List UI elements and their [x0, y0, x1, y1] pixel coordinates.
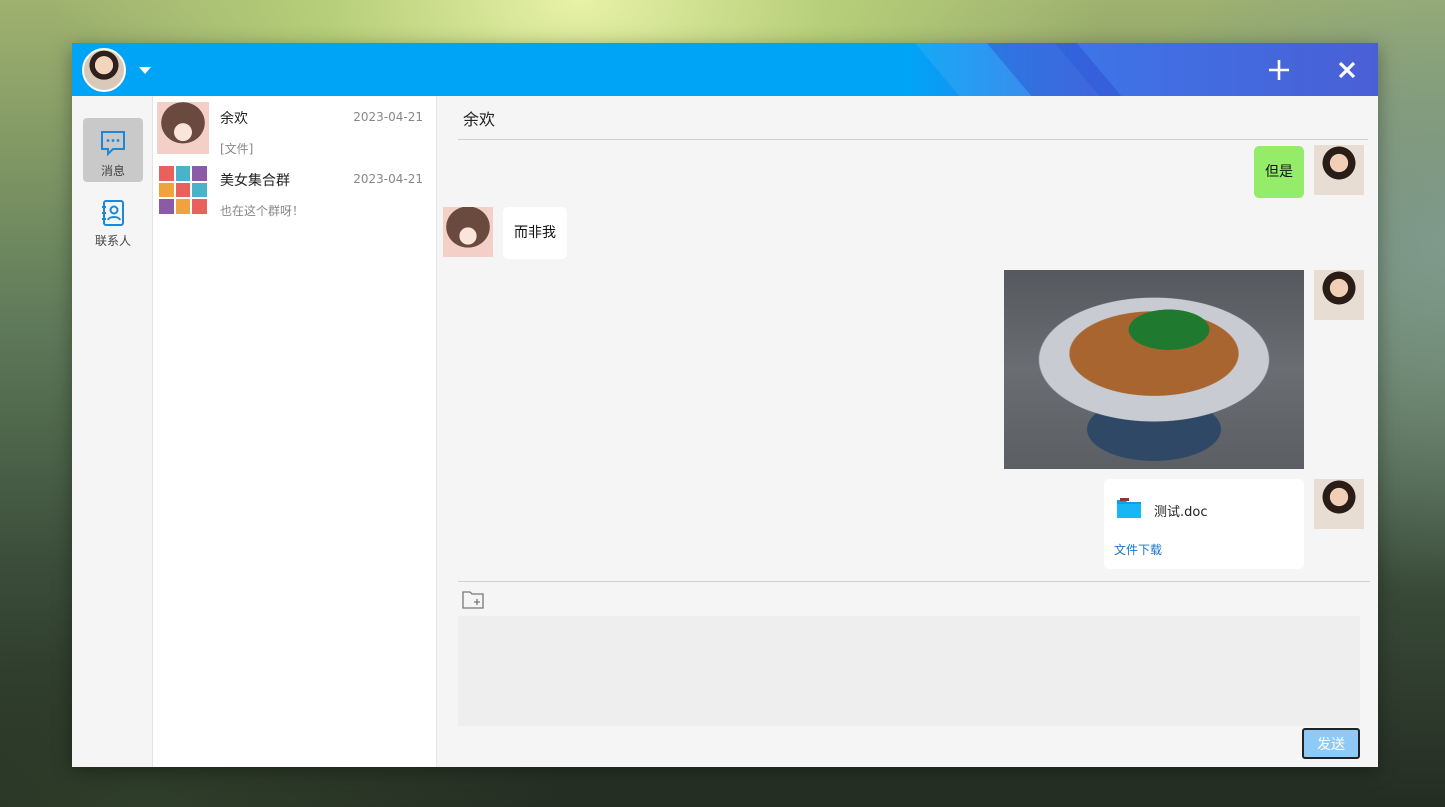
side-nav: 消息 联系人 — [72, 96, 153, 767]
chat-window: 消息 联系人 余欢 2023-04-21 [文件] 美女集合群 2023-04-… — [72, 43, 1378, 767]
chevron-down-icon[interactable] — [139, 67, 151, 74]
conversation-name: 美女集合群 — [220, 173, 290, 189]
folder-add-icon[interactable] — [462, 590, 484, 610]
message-bubble-received[interactable]: 而非我 — [503, 207, 567, 259]
avatar[interactable] — [1314, 270, 1364, 320]
conversation-item[interactable]: 余欢 2023-04-21 [文件] — [153, 102, 437, 162]
avatar — [157, 102, 209, 154]
send-button[interactable]: 发送 — [1302, 728, 1360, 759]
file-download-link[interactable]: 文件下载 — [1114, 541, 1162, 558]
conversation-preview: [文件] — [220, 142, 254, 156]
plus-icon — [1269, 60, 1289, 80]
title-bar — [72, 43, 1378, 96]
message-bubble-sent[interactable]: 但是 — [1254, 146, 1304, 198]
add-button[interactable] — [1260, 51, 1298, 89]
chat-title: 余欢 — [463, 110, 496, 129]
conversation-date: 2023-04-21 — [353, 172, 423, 186]
conversation-date: 2023-04-21 — [353, 110, 423, 124]
contacts-book-icon — [102, 200, 124, 226]
folder-icon — [1117, 498, 1141, 518]
chat-bubble-icon — [101, 131, 125, 157]
file-name: 测试.doc — [1154, 505, 1208, 520]
my-avatar[interactable] — [82, 48, 126, 92]
conversation-item[interactable]: 美女集合群 2023-04-21 也在这个群呀！ — [153, 164, 437, 224]
close-button[interactable] — [1328, 51, 1366, 89]
message-input[interactable] — [458, 616, 1360, 726]
chat-panel: 余欢 但是 而非我 测试.doc 文件下载 发送 — [438, 96, 1378, 767]
divider — [458, 581, 1370, 582]
avatar[interactable] — [1314, 145, 1364, 195]
nav-label-contacts: 联系人 — [94, 234, 131, 248]
nav-item-messages[interactable]: 消息 — [83, 118, 143, 182]
avatar[interactable] — [443, 207, 493, 257]
avatar[interactable] — [1314, 479, 1364, 529]
message-file-card[interactable]: 测试.doc 文件下载 — [1104, 479, 1304, 569]
divider — [458, 139, 1368, 140]
nav-label-messages: 消息 — [100, 164, 125, 178]
group-avatar — [157, 164, 209, 216]
close-icon — [1338, 61, 1356, 79]
conversation-name: 余欢 — [220, 111, 248, 127]
conversation-preview: 也在这个群呀！ — [220, 204, 305, 218]
conversation-list: 余欢 2023-04-21 [文件] 美女集合群 2023-04-21 也在这个… — [153, 96, 437, 767]
message-image[interactable] — [1004, 270, 1304, 469]
nav-item-contacts[interactable]: 联系人 — [83, 188, 143, 252]
